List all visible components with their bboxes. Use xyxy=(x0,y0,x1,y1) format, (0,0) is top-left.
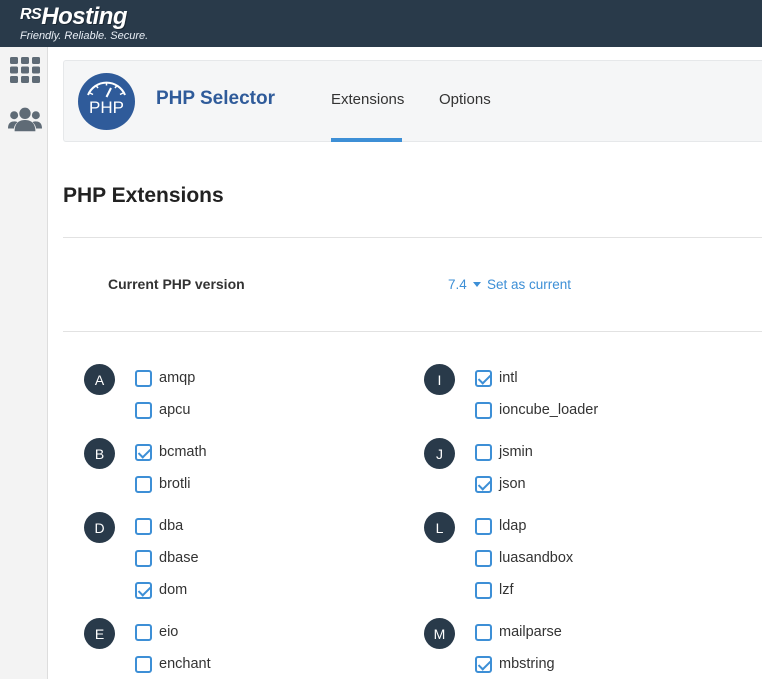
extension-checkbox[interactable] xyxy=(135,475,152,493)
extension-checkbox[interactable] xyxy=(475,655,492,673)
extension-label: ldap xyxy=(499,518,527,534)
letter-badge: D xyxy=(84,512,115,543)
letter-badge: A xyxy=(84,364,115,395)
extension-item-enchant[interactable]: enchant xyxy=(135,654,211,674)
extension-label: apcu xyxy=(159,402,191,418)
app-header: PHP PHP Selector Extensions Options xyxy=(63,60,762,142)
extension-checkbox[interactable] xyxy=(475,401,492,419)
php-version-value: 7.4 xyxy=(448,277,467,292)
extension-item-eio[interactable]: eio xyxy=(135,622,178,642)
extension-label: dbase xyxy=(159,550,199,566)
extension-item-mailparse[interactable]: mailparse xyxy=(475,622,562,642)
top-bar: RSHosting Friendly. Reliable. Secure. xyxy=(0,0,762,47)
extension-label: eio xyxy=(159,624,179,640)
extension-label: mailparse xyxy=(499,624,562,640)
extension-item-dom[interactable]: dom xyxy=(135,580,187,600)
tab-options[interactable]: Options xyxy=(439,91,491,108)
caret-down-icon xyxy=(472,281,481,287)
brand-name-main: Hosting xyxy=(41,3,128,30)
extension-checkbox[interactable] xyxy=(135,443,152,461)
extension-label: brotli xyxy=(159,476,191,492)
divider xyxy=(63,331,762,332)
extension-checkbox[interactable] xyxy=(135,581,152,599)
tab-extensions[interactable]: Extensions xyxy=(331,91,404,108)
brand-logo[interactable]: RSHosting Friendly. Reliable. Secure. xyxy=(20,2,149,42)
extension-item-luasandbox[interactable]: luasandbox xyxy=(475,548,573,568)
php-version-label: Current PHP version xyxy=(108,276,245,292)
extension-label: enchant xyxy=(159,656,211,672)
brand-name: RSHosting xyxy=(20,2,148,32)
extension-label: intl xyxy=(499,370,518,386)
extension-label: luasandbox xyxy=(499,550,574,566)
letter-badge: J xyxy=(424,438,455,469)
extension-checkbox[interactable] xyxy=(135,369,152,387)
extension-label: dom xyxy=(159,582,188,598)
extension-item-dbase[interactable]: dbase xyxy=(135,548,199,568)
brand-tagline: Friendly. Reliable. Secure. xyxy=(20,30,149,42)
php-version-select[interactable]: 7.4 xyxy=(448,277,487,292)
letter-badge: M xyxy=(424,618,455,649)
users-icon[interactable] xyxy=(8,104,42,134)
extension-checkbox[interactable] xyxy=(135,623,152,641)
letter-badge: E xyxy=(84,618,115,649)
extension-checkbox[interactable] xyxy=(475,623,492,641)
extension-checkbox[interactable] xyxy=(475,443,492,461)
extension-checkbox[interactable] xyxy=(475,581,492,599)
extension-item-brotli[interactable]: brotli xyxy=(135,474,190,494)
extension-item-jsmin[interactable]: jsmin xyxy=(475,442,533,462)
set-as-current-link[interactable]: Set as current xyxy=(487,277,571,292)
extension-label: amqp xyxy=(159,370,196,386)
brand-name-prefix: RS xyxy=(20,6,42,23)
extension-checkbox[interactable] xyxy=(475,475,492,493)
extension-label: mbstring xyxy=(499,656,555,672)
php-logo-text: PHP xyxy=(89,98,124,117)
extension-checkbox[interactable] xyxy=(475,517,492,535)
extension-item-intl[interactable]: intl xyxy=(475,368,518,388)
active-tab-indicator xyxy=(331,138,402,142)
app-title: PHP Selector xyxy=(156,88,275,109)
extension-item-mbstring[interactable]: mbstring xyxy=(475,654,555,674)
extension-label: lzf xyxy=(499,582,514,598)
extension-item-lzf[interactable]: lzf xyxy=(475,580,514,600)
extension-item-apcu[interactable]: apcu xyxy=(135,400,190,420)
letter-badge: L xyxy=(424,512,455,543)
php-selector-logo: PHP xyxy=(78,73,135,130)
extension-item-ldap[interactable]: ldap xyxy=(475,516,526,536)
extension-item-ioncube-loader[interactable]: ioncube_loader xyxy=(475,400,598,420)
extension-checkbox[interactable] xyxy=(135,655,152,673)
sidebar xyxy=(0,47,48,679)
page-title: PHP Extensions xyxy=(63,184,224,207)
extension-checkbox[interactable] xyxy=(475,369,492,387)
extension-item-bcmath[interactable]: bcmath xyxy=(135,442,207,462)
extension-label: jsmin xyxy=(499,444,533,460)
extension-item-dba[interactable]: dba xyxy=(135,516,183,536)
extension-label: json xyxy=(499,476,526,492)
extension-checkbox[interactable] xyxy=(475,549,492,567)
extension-label: bcmath xyxy=(159,444,207,460)
letter-badge: B xyxy=(84,438,115,469)
extension-label: dba xyxy=(159,518,184,534)
divider xyxy=(63,237,762,238)
extension-checkbox[interactable] xyxy=(135,401,152,419)
extension-checkbox[interactable] xyxy=(135,517,152,535)
apps-grid-icon[interactable] xyxy=(8,55,42,85)
extension-item-json[interactable]: json xyxy=(475,474,526,494)
extension-checkbox[interactable] xyxy=(135,549,152,567)
extension-item-amqp[interactable]: amqp xyxy=(135,368,195,388)
letter-badge: I xyxy=(424,364,455,395)
extension-label: ioncube_loader xyxy=(499,402,599,418)
